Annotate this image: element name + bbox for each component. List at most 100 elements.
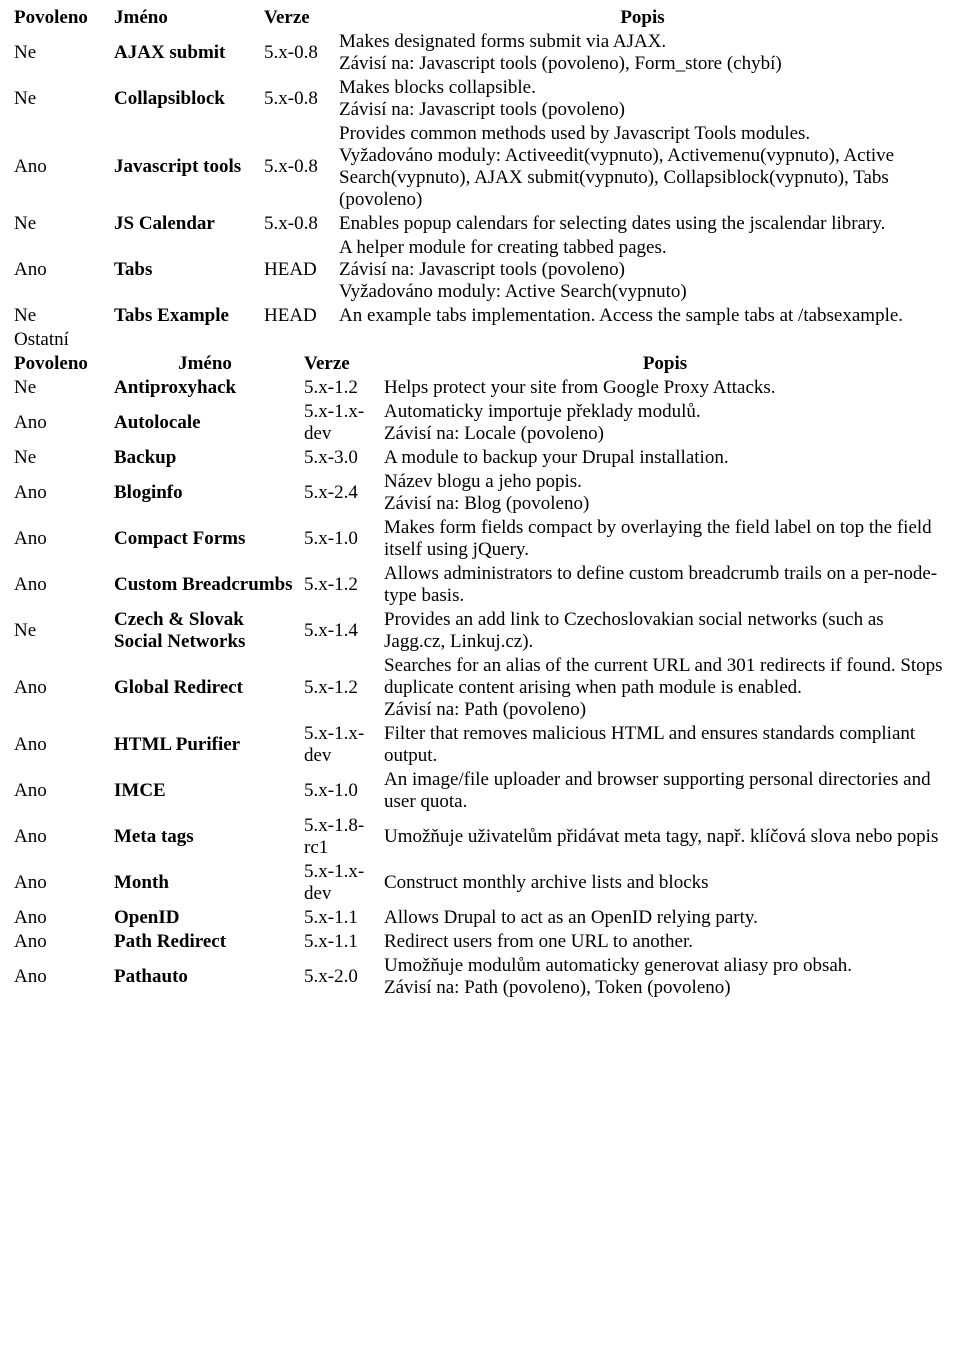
cell-name: Javascript tools bbox=[110, 122, 260, 212]
cell-desc: An image/file uploader and browser suppo… bbox=[380, 768, 950, 814]
cell-enabled: Ano bbox=[10, 906, 110, 930]
cell-version: HEAD bbox=[260, 236, 335, 304]
cell-version: 5.x-0.8 bbox=[260, 212, 335, 236]
cell-version: 5.x-3.0 bbox=[300, 446, 380, 470]
cell-version: 5.x-1.2 bbox=[300, 654, 380, 722]
cell-enabled: Ne bbox=[10, 30, 110, 76]
cell-name: OpenID bbox=[110, 906, 300, 930]
cell-enabled: Ne bbox=[10, 376, 110, 400]
cell-desc: Makes designated forms submit via AJAX. … bbox=[335, 30, 950, 76]
cell-name: Czech & Slovak Social Networks bbox=[110, 608, 300, 654]
cell-desc: Název blogu a jeho popis. Závisí na: Blo… bbox=[380, 470, 950, 516]
cell-enabled: Ano bbox=[10, 722, 110, 768]
cell-name: Global Redirect bbox=[110, 654, 300, 722]
table-row: AnoTabsHEADA helper module for creating … bbox=[10, 236, 950, 304]
cell-desc: An example tabs implementation. Access t… bbox=[335, 304, 950, 328]
table-row: NeJS Calendar5.x-0.8Enables popup calend… bbox=[10, 212, 950, 236]
table-row: NeAntiproxyhack5.x-1.2Helps protect your… bbox=[10, 376, 950, 400]
table-row: NeTabs ExampleHEADAn example tabs implem… bbox=[10, 304, 950, 328]
cell-enabled: Ano bbox=[10, 122, 110, 212]
cell-desc: Construct monthly archive lists and bloc… bbox=[380, 860, 950, 906]
cell-desc: Provides common methods used by Javascri… bbox=[335, 122, 950, 212]
cell-name: Month bbox=[110, 860, 300, 906]
col-enabled: Povoleno bbox=[10, 6, 110, 30]
cell-enabled: Ne bbox=[10, 608, 110, 654]
cell-desc: Enables popup calendars for selecting da… bbox=[335, 212, 950, 236]
table-row: AnoPath Redirect5.x-1.1Redirect users fr… bbox=[10, 930, 950, 954]
cell-enabled: Ne bbox=[10, 212, 110, 236]
table2-header-row: Povoleno Jméno Verze Popis bbox=[10, 352, 950, 376]
cell-version: 5.x-1.2 bbox=[300, 376, 380, 400]
modules-table-2: Povoleno Jméno Verze Popis NeAntiproxyha… bbox=[10, 352, 950, 1000]
table-row: AnoOpenID5.x-1.1Allows Drupal to act as … bbox=[10, 906, 950, 930]
cell-version: 5.x-1.1 bbox=[300, 930, 380, 954]
cell-version: 5.x-1.x-dev bbox=[300, 722, 380, 768]
table-row: AnoJavascript tools5.x-0.8Provides commo… bbox=[10, 122, 950, 212]
col-version: Verze bbox=[300, 352, 380, 376]
section-other: Ostatní bbox=[14, 329, 69, 350]
cell-desc: Allows administrators to define custom b… bbox=[380, 562, 950, 608]
cell-name: AJAX submit bbox=[110, 30, 260, 76]
cell-desc: Redirect users from one URL to another. bbox=[380, 930, 950, 954]
cell-version: 5.x-0.8 bbox=[260, 76, 335, 122]
cell-version: 5.x-1.8-rc1 bbox=[300, 814, 380, 860]
cell-name: Backup bbox=[110, 446, 300, 470]
cell-name: Compact Forms bbox=[110, 516, 300, 562]
cell-name: Custom Breadcrumbs bbox=[110, 562, 300, 608]
cell-enabled: Ano bbox=[10, 470, 110, 516]
cell-desc: Makes blocks collapsible. Závisí na: Jav… bbox=[335, 76, 950, 122]
cell-name: HTML Purifier bbox=[110, 722, 300, 768]
cell-name: Bloginfo bbox=[110, 470, 300, 516]
cell-enabled: Ano bbox=[10, 400, 110, 446]
table-row: NeCzech & Slovak Social Networks5.x-1.4P… bbox=[10, 608, 950, 654]
table-row: AnoCompact Forms5.x-1.0Makes form fields… bbox=[10, 516, 950, 562]
cell-enabled: Ano bbox=[10, 236, 110, 304]
cell-desc: Umožňuje uživatelům přidávat meta tagy, … bbox=[380, 814, 950, 860]
table-row: AnoGlobal Redirect5.x-1.2Searches for an… bbox=[10, 654, 950, 722]
table1-header-row: Povoleno Jméno Verze Popis bbox=[10, 6, 950, 30]
cell-name: Path Redirect bbox=[110, 930, 300, 954]
table-row: AnoHTML Purifier5.x-1.x-devFilter that r… bbox=[10, 722, 950, 768]
cell-name: IMCE bbox=[110, 768, 300, 814]
cell-enabled: Ne bbox=[10, 76, 110, 122]
cell-version: 5.x-2.0 bbox=[300, 954, 380, 1000]
cell-version: 5.x-1.2 bbox=[300, 562, 380, 608]
cell-name: Autolocale bbox=[110, 400, 300, 446]
cell-version: 5.x-0.8 bbox=[260, 30, 335, 76]
col-name: Jméno bbox=[110, 6, 260, 30]
cell-version: 5.x-0.8 bbox=[260, 122, 335, 212]
table-row: NeAJAX submit5.x-0.8Makes designated for… bbox=[10, 30, 950, 76]
table-row: NeBackup5.x-3.0A module to backup your D… bbox=[10, 446, 950, 470]
cell-version: 5.x-1.1 bbox=[300, 906, 380, 930]
cell-version: 5.x-1.0 bbox=[300, 768, 380, 814]
cell-desc: Searches for an alias of the current URL… bbox=[380, 654, 950, 722]
col-name: Jméno bbox=[110, 352, 300, 376]
cell-enabled: Ano bbox=[10, 562, 110, 608]
table-row: AnoBloginfo5.x-2.4Název blogu a jeho pop… bbox=[10, 470, 950, 516]
cell-version: 5.x-1.0 bbox=[300, 516, 380, 562]
cell-desc: Filter that removes malicious HTML and e… bbox=[380, 722, 950, 768]
cell-enabled: Ano bbox=[10, 654, 110, 722]
cell-desc: Helps protect your site from Google Prox… bbox=[380, 376, 950, 400]
cell-desc: Allows Drupal to act as an OpenID relyin… bbox=[380, 906, 950, 930]
cell-desc: Makes form fields compact by overlaying … bbox=[380, 516, 950, 562]
cell-version: 5.x-1.x-dev bbox=[300, 860, 380, 906]
cell-name: Tabs bbox=[110, 236, 260, 304]
cell-name: Collapsiblock bbox=[110, 76, 260, 122]
cell-enabled: Ano bbox=[10, 860, 110, 906]
cell-version: 5.x-2.4 bbox=[300, 470, 380, 516]
cell-enabled: Ne bbox=[10, 304, 110, 328]
cell-name: Meta tags bbox=[110, 814, 300, 860]
col-enabled: Povoleno bbox=[10, 352, 110, 376]
cell-desc: Umožňuje modulům automaticky generovat a… bbox=[380, 954, 950, 1000]
cell-desc: A helper module for creating tabbed page… bbox=[335, 236, 950, 304]
col-desc: Popis bbox=[380, 352, 950, 376]
table-row: AnoIMCE5.x-1.0An image/file uploader and… bbox=[10, 768, 950, 814]
cell-desc: A module to backup your Drupal installat… bbox=[380, 446, 950, 470]
table-row: AnoAutolocale5.x-1.x-devAutomaticky impo… bbox=[10, 400, 950, 446]
table-row: NeCollapsiblock5.x-0.8Makes blocks colla… bbox=[10, 76, 950, 122]
table-row: AnoPathauto5.x-2.0Umožňuje modulům autom… bbox=[10, 954, 950, 1000]
cell-desc: Automaticky importuje překlady modulů. Z… bbox=[380, 400, 950, 446]
cell-version: 5.x-1.4 bbox=[300, 608, 380, 654]
cell-name: JS Calendar bbox=[110, 212, 260, 236]
